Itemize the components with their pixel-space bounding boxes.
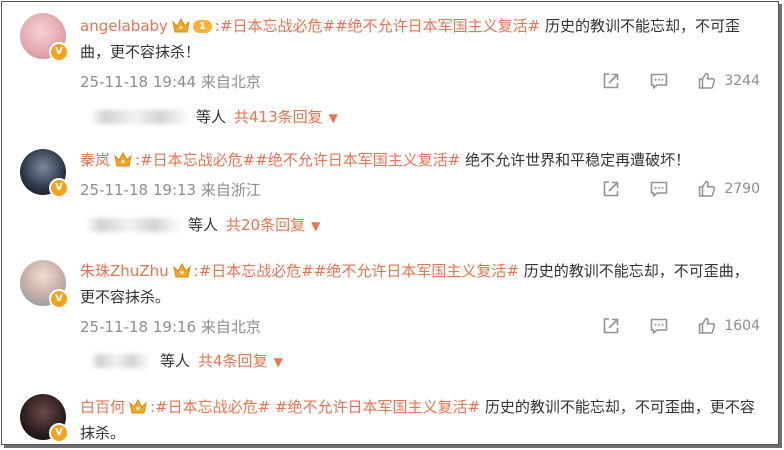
chevron-down-icon[interactable]: ▼: [311, 219, 320, 233]
like-count: 2790: [724, 181, 760, 197]
chevron-down-icon[interactable]: ▼: [274, 355, 283, 369]
hashtag-link[interactable]: :#日本忘战必危#: [135, 151, 255, 169]
reply-prefix: 等人: [196, 108, 227, 126]
username-link[interactable]: 朱珠ZhuZhu: [80, 262, 169, 280]
username-link[interactable]: 白百何: [80, 398, 125, 416]
username-link[interactable]: 秦岚: [80, 151, 110, 169]
comment-icon[interactable]: [649, 71, 669, 91]
level-badge: 1: [192, 20, 212, 33]
hashtag-link[interactable]: :#日本忘战必危#: [215, 17, 335, 35]
comment-list: V angelababy 1:#日本忘战必危##绝不允许日本军国主义复活# 历史的…: [1, 1, 779, 445]
username-link[interactable]: angelababy: [80, 17, 168, 35]
verified-v-icon: V: [49, 423, 69, 443]
reply-summary: 等人 共4条回复 ▼: [90, 350, 283, 372]
comment-text: 朱珠ZhuZhu:#日本忘战必危##绝不允许日本军国主义复活# 历史的教训不能忘…: [80, 258, 760, 310]
thumbs-up-icon[interactable]: [697, 71, 717, 91]
comment-timestamp: 25-11-18 19:13 来自浙江: [80, 181, 261, 199]
comment-timestamp: 25-11-18 19:16 来自北京: [80, 318, 261, 336]
reply-summary: 等人 共20条回复 ▼: [86, 214, 320, 236]
reply-summary: 等人 共413条回复 ▼: [90, 106, 338, 128]
view-replies-link[interactable]: 共4条回复: [198, 352, 268, 370]
share-icon[interactable]: [601, 316, 621, 336]
hashtag-link[interactable]: :#日本忘战必危#: [150, 398, 270, 416]
view-replies-link[interactable]: 共413条回复: [234, 108, 323, 126]
chevron-down-icon[interactable]: ▼: [329, 111, 338, 125]
crown-icon: [172, 18, 190, 33]
share-icon[interactable]: [601, 71, 621, 91]
avatar[interactable]: V: [20, 13, 69, 62]
hashtag-link[interactable]: #绝不允许日本军国主义复活#: [335, 17, 540, 35]
share-icon[interactable]: [601, 179, 621, 199]
hashtag-link[interactable]: #绝不允许日本军国主义复活#: [314, 262, 519, 280]
comment-body: 绝不允许世界和平稳定再遭破坏！: [460, 151, 691, 169]
verified-v-icon: V: [49, 42, 69, 62]
verified-v-icon: V: [49, 289, 69, 309]
blurred-usernames: [86, 218, 182, 232]
blurred-usernames: [90, 354, 150, 368]
comment-actions: 1604: [573, 315, 760, 337]
hashtag-link[interactable]: #绝不允许日本军国主义复活#: [270, 398, 480, 416]
blurred-usernames: [90, 110, 190, 124]
comment-timestamp: 25-11-18 19:44 来自北京: [80, 73, 261, 91]
comment-actions: 2790: [573, 178, 760, 200]
thumbs-up-icon[interactable]: [697, 316, 717, 336]
view-replies-link[interactable]: 共20条回复: [226, 216, 305, 234]
like-count: 3244: [724, 73, 760, 89]
hashtag-link[interactable]: #绝不允许日本军国主义复活#: [255, 151, 460, 169]
like-count: 1604: [724, 318, 760, 334]
comment-text: 白百何:#日本忘战必危# #绝不允许日本军国主义复活# 历史的教训不能忘却，不可…: [80, 394, 760, 444]
hashtag-link[interactable]: :#日本忘战必危#: [194, 262, 314, 280]
thumbs-up-icon[interactable]: [697, 179, 717, 199]
reply-prefix: 等人: [160, 352, 191, 370]
comment-icon[interactable]: [649, 316, 669, 336]
crown-icon: [129, 399, 147, 414]
avatar[interactable]: V: [20, 149, 69, 198]
avatar[interactable]: V: [20, 260, 69, 309]
crown-icon: [173, 263, 191, 278]
verified-v-icon: V: [49, 178, 69, 198]
crown-icon: [114, 152, 132, 167]
reply-prefix: 等人: [188, 216, 219, 234]
comment-actions: 3244: [573, 70, 760, 92]
comment-text: 秦岚 :#日本忘战必危##绝不允许日本军国主义复活# 绝不允许世界和平稳定再遭破坏…: [80, 147, 760, 173]
comment-icon[interactable]: [649, 179, 669, 199]
comment-text: angelababy 1:#日本忘战必危##绝不允许日本军国主义复活# 历史的教训…: [80, 13, 760, 65]
avatar[interactable]: V: [20, 394, 69, 443]
